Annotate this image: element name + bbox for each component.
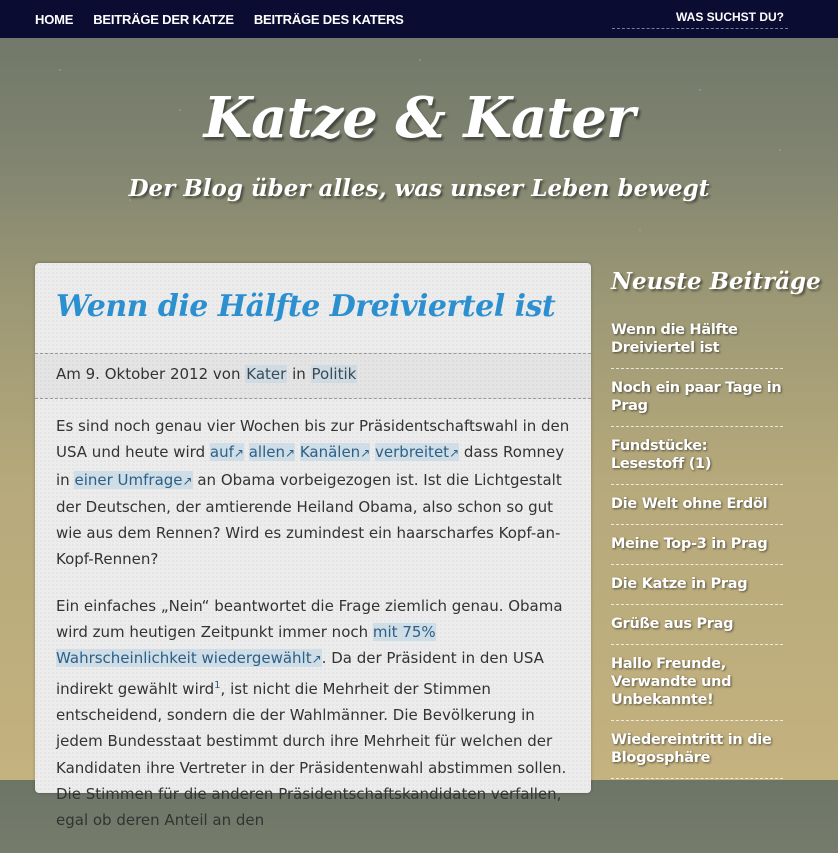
site-title[interactable]: Katze & Kater	[0, 85, 838, 151]
meta-date: Am 9. Oktober 2012 von	[56, 365, 241, 383]
search-label: WAS SUCHST DU?	[676, 10, 784, 24]
link-kanaelen[interactable]: Kanälen↗	[299, 443, 371, 462]
post-content: Es sind noch genau vier Wochen bis zur P…	[56, 413, 571, 853]
nav-kater-link[interactable]: BEITRÄGE DES KATERS	[254, 12, 404, 27]
category-link[interactable]: Politik	[310, 365, 358, 383]
paragraph-2: Ein einfaches „Nein“ beantwortet die Fra…	[56, 593, 571, 834]
link-verbreitet[interactable]: verbreitet↗	[375, 443, 460, 462]
top-navigation-bar: HOME BEITRÄGE DER KATZE BEITRÄGE DES KAT…	[0, 0, 838, 38]
list-item: Die Katze in Prag	[611, 573, 783, 605]
post-meta-text: Am 9. Oktober 2012 von Kater in Politik	[56, 365, 358, 383]
recent-post-link[interactable]: Die Welt ohne Erdöl	[611, 495, 783, 513]
p2-text-c: , ist nicht die Mehrheit der Stimmen ent…	[56, 679, 567, 830]
paragraph-1: Es sind noch genau vier Wochen bis zur P…	[56, 413, 571, 573]
recent-post-link[interactable]: Fundstücke: Lesestoff (1)	[611, 437, 783, 473]
search-field[interactable]: WAS SUCHST DU?	[612, 6, 788, 29]
external-link-icon: ↗	[182, 473, 193, 488]
list-item: Hallo Freunde, Verwandte und Unbekannte!	[611, 653, 783, 721]
link-allen[interactable]: allen↗	[248, 443, 296, 462]
nav-katze-link[interactable]: BEITRÄGE DER KATZE	[93, 12, 234, 27]
nav-home-link[interactable]: HOME	[35, 12, 73, 27]
list-item: Noch ein paar Tage in Prag	[611, 377, 783, 427]
link-einer-umfrage[interactable]: einer Umfrage↗	[74, 470, 193, 489]
author-link[interactable]: Kater	[245, 365, 288, 383]
sidebar-title: Neuste Beiträge	[611, 268, 821, 295]
list-item: Meine Top-3 in Prag	[611, 533, 783, 565]
main-menu: HOME BEITRÄGE DER KATZE BEITRÄGE DES KAT…	[35, 0, 424, 38]
post-meta: Am 9. Oktober 2012 von Kater in Politik	[35, 353, 591, 399]
list-item: Wiedereintritt in die Blogosphäre	[611, 729, 783, 779]
list-item: Wenn die Hälfte Dreiviertel ist	[611, 319, 783, 369]
external-link-icon: ↗	[284, 446, 296, 461]
external-link-icon: ↗	[311, 652, 322, 667]
list-item: Fundstücke: Lesestoff (1)	[611, 435, 783, 485]
list-item: Die Welt ohne Erdöl	[611, 493, 783, 525]
meta-in: in	[292, 365, 306, 383]
external-link-icon: ↗	[449, 446, 460, 461]
external-link-icon: ↗	[360, 446, 371, 461]
p2-text-a: Ein einfaches „Nein“ beantwortet die Fra…	[56, 596, 563, 642]
link-auf[interactable]: auf↗	[209, 443, 244, 462]
recent-posts-list: Wenn die Hälfte Dreiviertel ist Noch ein…	[611, 319, 783, 787]
recent-post-link[interactable]: Grüße aus Prag	[611, 615, 783, 633]
site-subtitle: Der Blog über alles, was unser Leben bew…	[128, 175, 710, 202]
recent-post-link[interactable]: Wiedereintritt in die Blogosphäre	[611, 731, 783, 767]
external-link-icon: ↗	[233, 446, 244, 461]
list-item: Grüße aus Prag	[611, 613, 783, 645]
recent-post-link[interactable]: Noch ein paar Tage in Prag	[611, 379, 783, 415]
recent-post-link[interactable]: Die Katze in Prag	[611, 575, 783, 593]
post-title[interactable]: Wenn die Hälfte Dreiviertel ist	[56, 289, 556, 324]
recent-post-link[interactable]: Hallo Freunde, Verwandte und Unbekannte!	[611, 655, 783, 709]
recent-post-link[interactable]: Meine Top-3 in Prag	[611, 535, 783, 553]
blog-post: Wenn die Hälfte Dreiviertel ist Am 9. Ok…	[35, 263, 591, 829]
recent-post-link[interactable]: Wenn die Hälfte Dreiviertel ist	[611, 321, 783, 357]
